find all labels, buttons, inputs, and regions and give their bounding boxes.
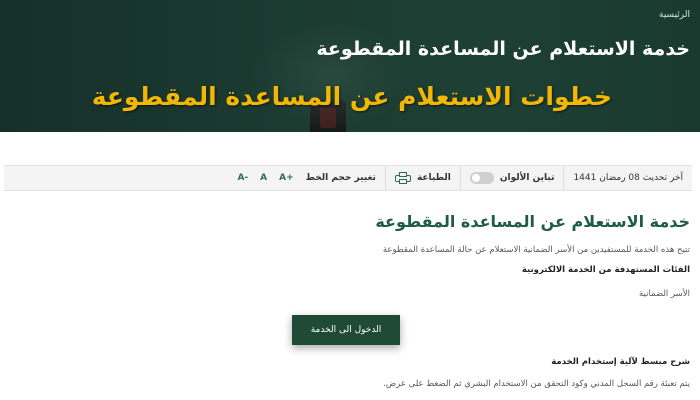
service-intro: تتيح هذه الخدمة للمستفيدين من الأسر الضم… (382, 245, 690, 255)
contrast-label: تباين الألوان (499, 173, 555, 183)
target-heading: الفئات المستهدفة من الخدمة الالكترونية (521, 265, 690, 275)
font-increase-button[interactable]: A+ (279, 173, 294, 183)
font-size-control: تغيير حجم الخط A+ A A- (228, 166, 384, 190)
print-control[interactable]: الطباعة (384, 166, 460, 190)
font-size-label: تغيير حجم الخط (305, 173, 376, 183)
page-title: خدمة الاستعلام عن المساعدة المقطوعة (375, 212, 690, 231)
breadcrumb-home[interactable]: الرئيسية (659, 10, 690, 20)
guide-text: يتم تعبئة رقم السجل المدني وكود التحقق م… (383, 379, 690, 389)
hero-banner: الرئيسية خدمة الاستعلام عن المساعدة المق… (0, 0, 700, 132)
target-value: الأسر الضمانية (638, 289, 690, 299)
guide-heading: شرح مبسط لآلية إستخدام الخدمة (551, 357, 690, 367)
last-update-text: آخر تحديث 08 رمضان 1441 (573, 173, 683, 183)
hero-title: خدمة الاستعلام عن المساعدة المقطوعة (316, 38, 690, 60)
contrast-toggle[interactable] (469, 172, 494, 184)
enter-service-button[interactable]: الدخول الى الخدمة (292, 315, 400, 345)
printer-icon[interactable] (394, 172, 411, 184)
font-decrease-button[interactable]: A- (237, 173, 248, 183)
main-content: خدمة الاستعلام عن المساعدة المقطوعة تتيح… (10, 205, 690, 299)
last-update: آخر تحديث 08 رمضان 1441 (563, 166, 692, 190)
contrast-control[interactable]: تباين الألوان (459, 166, 564, 190)
print-label: الطباعة (416, 173, 451, 183)
page-toolbar: آخر تحديث 08 رمضان 1441 تباين الألوان ال… (4, 165, 692, 191)
overlay-caption: خطوات الاستعلام عن المساعدة المقطوعة (91, 82, 612, 111)
font-reset-button[interactable]: A (260, 173, 267, 183)
